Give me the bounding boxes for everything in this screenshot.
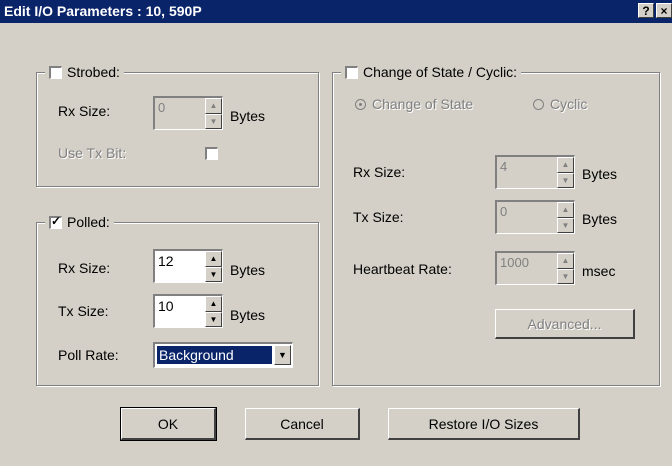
spin-up-icon[interactable]: ▲ (205, 296, 222, 312)
title-bar: Edit I/O Parameters : 10, 590P ? × (0, 0, 672, 23)
window-title: Edit I/O Parameters : 10, 590P (4, 3, 202, 19)
polled-tx-size-label: Tx Size: (58, 303, 109, 319)
heartbeat-rate-spinner[interactable]: 1000 ▲ ▼ (495, 251, 575, 285)
spin-down-icon[interactable]: ▼ (557, 268, 574, 284)
polled-rx-size-label: Rx Size: (58, 260, 111, 276)
strobed-rx-size-label: Rx Size: (58, 103, 111, 119)
cos-tx-units: Bytes (582, 211, 618, 227)
spin-up-icon[interactable]: ▲ (557, 253, 574, 269)
polled-tx-units: Bytes (230, 307, 266, 323)
cos-legend[interactable]: Change of State / Cyclic: (341, 62, 522, 82)
radio-cyclic-label: Cyclic (550, 96, 588, 112)
polled-rx-size-spinner[interactable]: 12 ▲ ▼ (153, 249, 223, 283)
heartbeat-rate-units: msec (582, 263, 616, 279)
radio-unselected-icon (533, 98, 544, 110)
radio-selected-icon (355, 98, 366, 110)
poll-rate-select[interactable]: Background ▼ (153, 342, 293, 368)
poll-rate-value: Background (157, 346, 272, 364)
use-tx-bit-checkbox[interactable] (205, 147, 218, 160)
close-button[interactable]: × (656, 3, 672, 18)
spin-up-icon[interactable]: ▲ (205, 98, 222, 114)
advanced-button[interactable]: Advanced... (495, 309, 635, 339)
spin-up-icon[interactable]: ▲ (205, 251, 222, 267)
help-button[interactable]: ? (638, 3, 654, 18)
spin-down-icon[interactable]: ▼ (205, 311, 222, 327)
polled-rx-size-value[interactable]: 12 (158, 253, 174, 269)
spin-down-icon[interactable]: ▼ (557, 172, 574, 188)
polled-checkbox[interactable] (49, 214, 62, 229)
strobed-checkbox[interactable] (49, 65, 62, 79)
cos-checkbox-label: Change of State / Cyclic: (363, 64, 518, 80)
heartbeat-rate-value: 1000 (500, 255, 529, 270)
strobed-checkbox-label: Strobed: (67, 64, 120, 80)
polled-checkbox-label: Polled: (67, 214, 110, 230)
cos-tx-size-value: 0 (500, 204, 508, 219)
strobed-legend[interactable]: Strobed: (45, 62, 124, 82)
radio-cyclic[interactable]: Cyclic (533, 96, 587, 112)
polled-rx-units: Bytes (230, 262, 266, 278)
spin-down-icon[interactable]: ▼ (557, 217, 574, 233)
cos-rx-size-value: 4 (500, 159, 508, 174)
ok-button[interactable]: OK (120, 407, 217, 441)
strobed-rx-size-value: 0 (158, 100, 166, 115)
spin-down-icon[interactable]: ▼ (205, 113, 222, 129)
chevron-down-icon[interactable]: ▼ (274, 345, 291, 365)
polled-tx-size-spinner[interactable]: 10 ▲ ▼ (153, 294, 223, 328)
polled-legend[interactable]: Polled: (45, 212, 114, 232)
cos-tx-size-label: Tx Size: (353, 209, 404, 225)
strobed-rx-units: Bytes (230, 108, 266, 124)
cos-tx-size-spinner[interactable]: 0 ▲ ▼ (495, 200, 575, 234)
heartbeat-rate-label: Heartbeat Rate: (353, 261, 452, 277)
cos-checkbox[interactable] (345, 65, 358, 79)
use-tx-bit-label: Use Tx Bit: (58, 145, 127, 161)
radio-change-of-state[interactable]: Change of State (355, 96, 473, 112)
spin-up-icon[interactable]: ▲ (557, 202, 574, 218)
cos-rx-size-label: Rx Size: (353, 164, 406, 180)
restore-io-sizes-button[interactable]: Restore I/O Sizes (388, 408, 580, 440)
radio-change-of-state-label: Change of State (372, 96, 474, 112)
spin-up-icon[interactable]: ▲ (557, 157, 574, 173)
cancel-button[interactable]: Cancel (245, 408, 360, 440)
cos-rx-units: Bytes (582, 166, 618, 182)
cos-rx-size-spinner[interactable]: 4 ▲ ▼ (495, 155, 575, 189)
poll-rate-label: Poll Rate: (58, 347, 119, 363)
polled-tx-size-value[interactable]: 10 (158, 298, 174, 314)
strobed-rx-size-spinner[interactable]: 0 ▲ ▼ (153, 96, 223, 130)
spin-down-icon[interactable]: ▼ (205, 266, 222, 282)
